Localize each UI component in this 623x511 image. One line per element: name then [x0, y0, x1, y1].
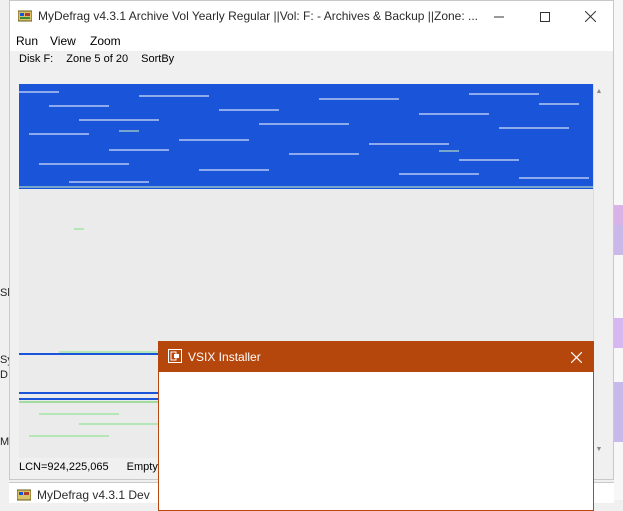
menu-view[interactable]: View — [50, 34, 76, 48]
disk-label: Disk F: — [19, 53, 54, 65]
dialog-title-bar[interactable]: VSIX Installer — [159, 342, 593, 372]
close-button[interactable] — [567, 1, 613, 32]
background-text: M — [0, 436, 10, 448]
dialog-close-icon — [570, 351, 582, 363]
background-text: D — [0, 369, 8, 381]
minimize-button[interactable] — [476, 1, 522, 32]
menu-bar: Run View Zoom — [10, 32, 613, 51]
maximize-button[interactable] — [522, 1, 568, 32]
zone-label: Zone 5 of 20 — [66, 53, 129, 65]
dialog-close-button[interactable] — [559, 342, 593, 372]
vsix-icon — [168, 349, 182, 363]
maximize-icon — [540, 11, 550, 22]
menu-zoom[interactable]: Zoom — [90, 34, 121, 48]
close-icon — [584, 11, 596, 22]
vertical-scrollbar[interactable]: ▲ ▼ — [593, 84, 604, 458]
menu-run[interactable]: Run — [16, 34, 38, 48]
background-tile — [614, 205, 623, 225]
sortby-label: SortBy — [141, 53, 175, 65]
vsix-installer-dialog: VSIX Installer — [158, 341, 594, 511]
status-bar-top: Disk F: Zone 5 of 20 SortBy — [19, 53, 184, 65]
background-tile — [614, 318, 623, 348]
mydefrag-app-icon — [18, 10, 32, 22]
scroll-up-icon[interactable]: ▲ — [594, 86, 604, 98]
background-tile — [614, 225, 623, 255]
lcn-label: LCN=924,225,065 — [19, 461, 109, 473]
minimize-icon — [494, 16, 504, 17]
scroll-down-icon[interactable]: ▼ — [594, 444, 604, 456]
window-title: MyDefrag v4.3.1 Archive Vol Yearly Regul… — [38, 9, 479, 23]
title-bar[interactable]: MyDefrag v4.3.1 Archive Vol Yearly Regul… — [10, 1, 613, 32]
mydefrag-app-icon — [17, 489, 31, 501]
dialog-title: VSIX Installer — [188, 350, 261, 364]
background-tile — [614, 382, 623, 442]
background-desktop-strip — [614, 0, 623, 500]
